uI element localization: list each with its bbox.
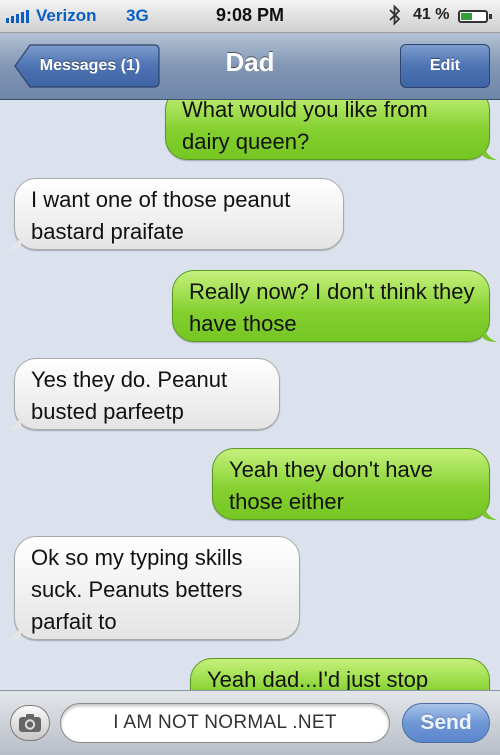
message-text: Ok so my typing skills suck. Peanuts bet… [31, 545, 243, 634]
back-button-label: Messages (1) [39, 57, 141, 74]
message-bubble-outgoing[interactable]: Really now? I don't think they have thos… [172, 270, 497, 342]
bubble-tail [483, 142, 497, 160]
message-text: What would you like from dairy queen? [182, 100, 428, 154]
message-input[interactable]: I AM NOT NORMAL .NET [60, 703, 390, 743]
nav-bar: Messages (1) Dad Edit [0, 33, 500, 100]
camera-button[interactable] [10, 705, 50, 741]
message-text: Really now? I don't think they have thos… [189, 279, 475, 336]
send-button[interactable]: Send [402, 703, 490, 743]
bluetooth-icon [389, 4, 401, 26]
message-bubble-incoming[interactable]: I want one of those peanut bastard praif… [7, 178, 344, 250]
bubble-tail [483, 324, 497, 342]
message-bubble-outgoing[interactable]: What would you like from dairy queen? [165, 100, 497, 160]
message-text: Yeah they don't have those either [229, 457, 434, 514]
compose-bar: I AM NOT NORMAL .NET Send [0, 690, 500, 755]
message-text: I want one of those peanut bastard praif… [31, 187, 291, 244]
message-bubble-incoming[interactable]: Yes they do. Peanut busted parfeetp [7, 358, 280, 430]
status-bar: Verizon 3G 9:08 PM 41 % [0, 0, 500, 33]
message-list[interactable]: What would you like from dairy queen? I … [0, 100, 500, 690]
battery-fill [461, 13, 472, 20]
message-bubble-incoming[interactable]: Ok so my typing skills suck. Peanuts bet… [7, 536, 300, 640]
battery-icon [458, 10, 492, 23]
message-text: Yes they do. Peanut busted parfeetp [31, 367, 228, 424]
camera-icon [19, 714, 41, 732]
message-bubble-outgoing[interactable]: Yeah they don't have those either [212, 448, 497, 520]
message-bubble-outgoing[interactable]: Yeah dad...I'd just stop [190, 658, 490, 690]
bubble-tail [7, 232, 21, 250]
bubble-tail [7, 412, 21, 430]
edit-button[interactable]: Edit [400, 44, 490, 88]
battery-percent: 41 % [413, 6, 450, 23]
bubble-tail [483, 502, 497, 520]
message-text: Yeah dad...I'd just stop [207, 667, 429, 690]
bubble-tail [7, 622, 21, 640]
messages-back-button[interactable]: Messages (1) [14, 44, 160, 88]
